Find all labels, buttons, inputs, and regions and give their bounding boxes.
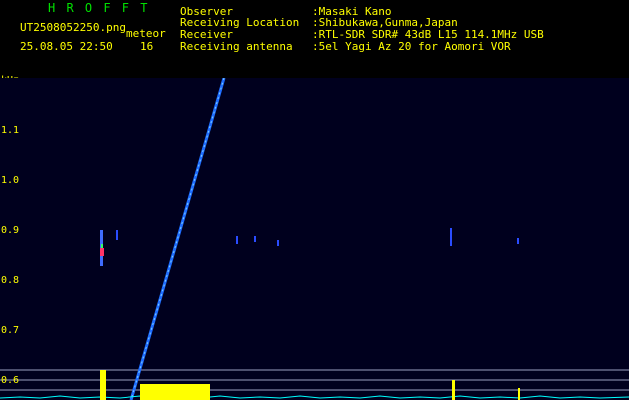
location-label: Receiving Location — [180, 16, 300, 29]
y-tick-label: 1.1 — [1, 125, 20, 136]
y-tick-label: 1.0 — [1, 175, 20, 186]
spectrogram-plot: 1.1 1.0 0.9 0.8 0.7 0.6 — [0, 78, 629, 400]
datetime: 25.08.05 22:50 — [20, 40, 113, 53]
hrofft-window: H R O F F T UT2508052250.png meteor 25.0… — [0, 0, 629, 400]
app-title: H R O F F T — [48, 1, 150, 15]
antenna-label: Receiving antenna — [180, 40, 293, 53]
spectrum-peak — [518, 388, 520, 400]
echo-mark — [100, 248, 104, 256]
y-tick-label: 0.9 — [1, 225, 20, 236]
echo-mark — [116, 230, 118, 240]
location-value: :Shibukawa,Gunma,Japan — [312, 16, 458, 29]
antenna-value: :5el Yagi Az 20 for Aomori VOR — [312, 40, 511, 53]
y-tick-label: 0.8 — [1, 275, 20, 286]
echo-mark — [101, 244, 103, 248]
y-tick-label: 0.6 — [1, 375, 20, 386]
echo-mark — [254, 236, 256, 242]
y-tick-label: 0.7 — [1, 325, 20, 336]
echo-mark — [236, 236, 238, 244]
spectrum-peak — [452, 380, 455, 400]
file-name: UT2508052250.png — [20, 21, 126, 34]
echo-mark — [277, 240, 279, 246]
echo-mark — [517, 238, 519, 244]
spectrum-peak — [140, 384, 210, 400]
spectrum-peak — [100, 370, 106, 400]
plot-background — [0, 78, 629, 400]
receiver-value: :RTL-SDR SDR# 43dB L15 114.1MHz USB — [312, 28, 544, 41]
spectrogram-svg — [0, 78, 629, 400]
count: 16 — [140, 40, 154, 53]
mode-label: meteor — [126, 27, 166, 40]
receiver-label: Receiver — [180, 28, 233, 41]
echo-mark — [450, 228, 452, 246]
